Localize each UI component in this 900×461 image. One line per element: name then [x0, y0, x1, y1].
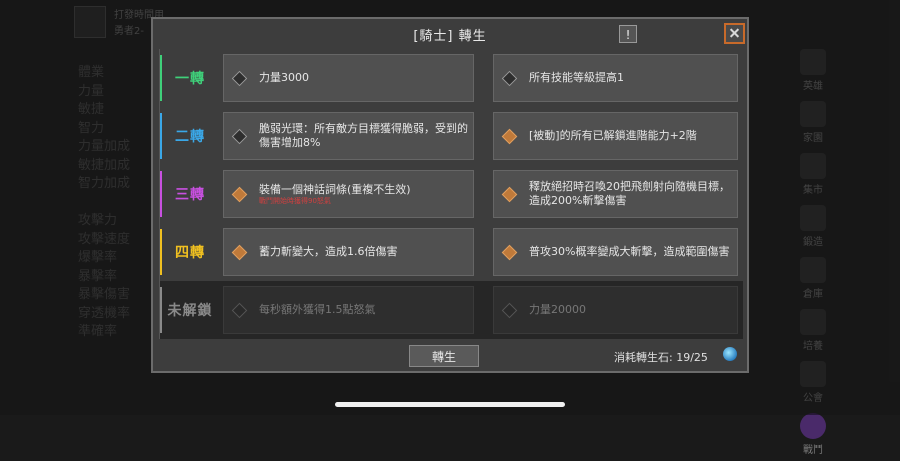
rebirth-stone-icon: [723, 347, 737, 361]
perk-card[interactable]: 裝備一個神話詞條(重複不生效) 戰鬥開始時獲得90怒氣: [223, 170, 474, 218]
rebirth-cost: 消耗轉生石: 19/25: [614, 351, 708, 364]
diamond-icon: [501, 302, 518, 318]
rebirth-dialog: [騎士] 轉生 ! 一轉 力量3000 所有技能等級提高1 二轉 脆弱光環：所有…: [151, 17, 749, 373]
diamond-icon: [501, 70, 518, 86]
tier-row-2: 二轉 脆弱光環：所有敵方目標獲得脆弱，受到的傷害增加8% [被動]的所有已解鎖進…: [159, 107, 743, 165]
diamond-icon: [501, 128, 518, 144]
rebirth-button[interactable]: 轉生: [409, 345, 479, 367]
tier-row-3: 三轉 裝備一個神話詞條(重複不生效) 戰鬥開始時獲得90怒氣 釋放絕招時召喚20把…: [159, 165, 743, 223]
perk-card[interactable]: 所有技能等級提高1: [493, 54, 738, 102]
perk-text: [被動]的所有已解鎖進階能力+2階: [529, 129, 697, 142]
tier-name: 四轉: [175, 245, 205, 261]
diamond-icon: [231, 70, 248, 86]
tier-accent-bar: [160, 171, 162, 217]
perk-text: 釋放絕招時召喚20把飛劍射向隨機目標，造成200%斬擊傷害: [529, 180, 730, 207]
perk-card[interactable]: [被動]的所有已解鎖進階能力+2階: [493, 112, 738, 160]
perk-text: 每秒額外獲得1.5點怒氣: [259, 303, 376, 316]
tier-accent-bar: [160, 55, 162, 101]
tier-row-4: 四轉 蓄力斬變大，造成1.6倍傷害 普攻30%概率變成大斬擊，造成範圍傷害: [159, 223, 743, 281]
perk-card[interactable]: 釋放絕招時召喚20把飛劍射向隨機目標，造成200%斬擊傷害: [493, 170, 738, 218]
tier-row-1: 一轉 力量3000 所有技能等級提高1: [159, 49, 743, 107]
tier-name: 三轉: [175, 187, 205, 203]
diamond-icon: [231, 302, 248, 318]
perk-text: 力量3000: [259, 71, 309, 84]
perk-text: 脆弱光環：所有敵方目標獲得脆弱，受到的傷害增加8%: [259, 122, 468, 149]
tier-label: 四轉: [160, 223, 220, 281]
diamond-icon: [501, 244, 518, 260]
perk-card: 力量20000: [493, 286, 738, 334]
perk-text: 裝備一個神話詞條(重複不生效) 戰鬥開始時獲得90怒氣: [259, 182, 411, 205]
portal-icon: [800, 413, 826, 439]
perk-subtext: 戰鬥開始時獲得90怒氣: [259, 196, 331, 205]
tier-accent-bar: [160, 229, 162, 275]
perk-text: 普攻30%概率變成大斬擊，造成範圍傷害: [529, 245, 730, 258]
perk-card[interactable]: 蓄力斬變大，造成1.6倍傷害: [223, 228, 474, 276]
perk-text: 力量20000: [529, 303, 586, 316]
perk-text: 蓄力斬變大，造成1.6倍傷害: [259, 245, 398, 258]
side-button-battle[interactable]: 戰鬥: [793, 413, 833, 461]
perk-text: 所有技能等級提高1: [529, 71, 624, 84]
perk-card[interactable]: 脆弱光環：所有敵方目標獲得脆弱，受到的傷害增加8%: [223, 112, 474, 160]
tier-label: 三轉: [160, 165, 220, 223]
perk-card[interactable]: 普攻30%概率變成大斬擊，造成範圍傷害: [493, 228, 738, 276]
dialog-title: [騎士] 轉生: [413, 29, 487, 44]
tier-row-locked: 未解鎖 每秒額外獲得1.5點怒氣 力量20000: [159, 281, 743, 339]
diamond-icon: [231, 186, 248, 202]
diamond-icon: [501, 186, 518, 202]
home-indicator[interactable]: [335, 402, 565, 407]
tier-accent-bar: [160, 113, 162, 159]
rebirth-tier-list: 一轉 力量3000 所有技能等級提高1 二轉 脆弱光環：所有敵方目標獲得脆弱，受…: [159, 49, 743, 339]
diamond-icon: [231, 244, 248, 260]
tier-accent-bar: [160, 287, 162, 333]
perk-card: 每秒額外獲得1.5點怒氣: [223, 286, 474, 334]
tier-label: 二轉: [160, 107, 220, 165]
tier-label: 一轉: [160, 49, 220, 107]
tier-label: 未解鎖: [160, 281, 220, 339]
info-button[interactable]: !: [619, 25, 637, 43]
tier-name: 未解鎖: [167, 303, 213, 319]
diamond-icon: [231, 128, 248, 144]
tier-name: 二轉: [175, 129, 205, 145]
tier-name: 一轉: [175, 71, 205, 87]
perk-card[interactable]: 力量3000: [223, 54, 474, 102]
close-button[interactable]: [724, 23, 745, 44]
